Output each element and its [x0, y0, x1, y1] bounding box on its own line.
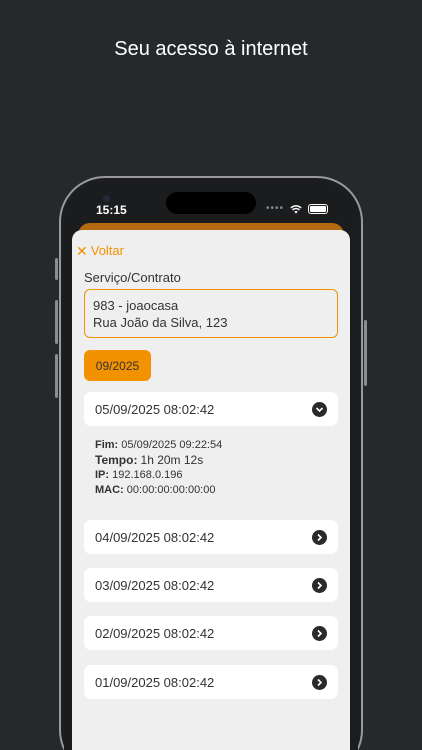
session-row[interactable]: 02/09/2025 08:02:42: [84, 616, 338, 650]
service-name: 983 - joaocasa: [93, 298, 179, 313]
session-details: Fim: 05/09/2025 09:22:54 Tempo: 1h 20m 1…: [95, 438, 222, 497]
detail-fim: Fim: 05/09/2025 09:22:54: [95, 439, 223, 451]
chevron-right-icon: [312, 529, 327, 545]
status-icons: ••••: [266, 203, 328, 214]
month-filter-button[interactable]: 09/2025: [84, 350, 151, 381]
detail-mac: MAC: 00:00:00:00:00:00: [95, 483, 216, 496]
status-time: 15:15: [96, 203, 127, 217]
detail-ip: IP: 192.168.0.196: [95, 469, 183, 481]
signal-dots-icon: ••••: [265, 203, 284, 214]
service-label: Serviço/Contrato: [84, 270, 181, 285]
wifi-icon: [290, 204, 302, 213]
session-start: 02/09/2025 08:02:42: [95, 625, 215, 641]
chevron-right-icon: [312, 674, 327, 690]
session-row[interactable]: 01/09/2025 08:02:42: [84, 665, 338, 699]
service-address: Rua João da Silva, 123: [93, 315, 228, 330]
phone-mute-switch: [55, 258, 58, 280]
sessions-sheet: ✕ Voltar Serviço/Contrato 983 - joaocasa…: [72, 230, 350, 750]
session-row[interactable]: 03/09/2025 08:02:42: [84, 568, 338, 602]
service-selector[interactable]: 983 - joaocasa Rua João da Silva, 123: [84, 289, 338, 338]
session-start: 01/09/2025 08:02:42: [95, 674, 215, 690]
chevron-down-icon: [312, 401, 327, 417]
back-label: Voltar: [90, 243, 124, 258]
chevron-right-icon: [312, 625, 327, 641]
dynamic-island: [166, 192, 256, 214]
phone-volume-up: [55, 300, 58, 344]
promo-title: Seu acesso à internet: [114, 38, 308, 60]
chevron-right-icon: [312, 577, 327, 593]
battery-icon: [308, 203, 328, 214]
session-start: 05/09/2025 08:02:42: [95, 401, 215, 417]
back-button[interactable]: ✕ Voltar: [76, 243, 124, 258]
phone-volume-down: [55, 354, 58, 398]
phone-power-button: [364, 320, 367, 386]
session-row[interactable]: 05/09/2025 08:02:42: [84, 392, 338, 426]
session-start: 04/09/2025 08:02:42: [95, 529, 215, 545]
front-camera: [103, 195, 110, 202]
detail-tempo: Tempo: 1h 20m 12s: [95, 452, 204, 467]
close-icon: ✕: [76, 242, 88, 259]
session-row[interactable]: 04/09/2025 08:02:42: [84, 520, 338, 554]
phone-screen: 15:15 •••• ✕ Voltar Serviço/Contrato 983…: [64, 182, 358, 750]
session-start: 03/09/2025 08:02:42: [95, 577, 215, 593]
